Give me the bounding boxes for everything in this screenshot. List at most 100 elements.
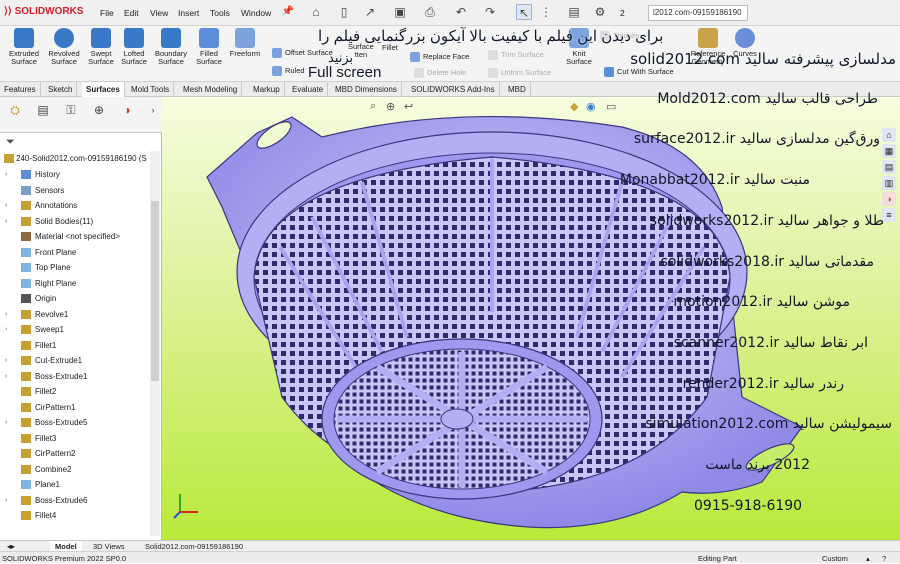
menu-edit[interactable]: Edit (124, 8, 139, 18)
tree-item[interactable]: Plane1 (0, 477, 150, 492)
display-settings-icon[interactable]: ▭ (606, 100, 616, 113)
cut-with-surface-button[interactable]: Cut With Surface (604, 67, 674, 78)
previous-view-icon[interactable]: ↩ (404, 100, 413, 113)
options-gear-icon[interactable]: ⚙ (592, 4, 608, 20)
tab-markup[interactable]: Markup (249, 82, 285, 97)
tree-item[interactable]: Front Plane (0, 245, 150, 260)
tree-item[interactable]: › Boss-Extrude5 (0, 415, 150, 430)
units-dropdown-icon[interactable]: ▴ (866, 553, 870, 564)
tab-surfaces[interactable]: Surfaces (82, 82, 125, 97)
tab-mesh-modeling[interactable]: Mesh Modeling (179, 82, 243, 97)
expand-chevron-icon[interactable]: › (5, 307, 11, 322)
tree-item[interactable]: Origin (0, 291, 150, 306)
tree-item[interactable]: CirPattern2 (0, 446, 150, 461)
revolved-surface-button[interactable]: Revolved Surface (44, 28, 84, 66)
tree-item[interactable]: Sensors (0, 183, 150, 198)
tab-solidworks-addins[interactable]: SOLIDWORKS Add-Ins (407, 82, 500, 97)
expand-chevron-icon[interactable]: › (5, 167, 11, 182)
traffic-light-icon[interactable]: ⋮ (538, 4, 554, 20)
expand-chevron-icon[interactable]: › (5, 369, 11, 384)
tab-mbd-dimensions[interactable]: MBD Dimensions (331, 82, 402, 97)
expand-chevron-icon[interactable]: › (5, 198, 11, 213)
boundary-surface-button[interactable]: Boundary Surface (150, 28, 192, 66)
tab-evaluate[interactable]: Evaluate (288, 82, 329, 97)
display-manager-tab-icon[interactable]: ◑ (116, 101, 138, 119)
ruled-surface-button[interactable]: Ruled (272, 66, 305, 77)
tab-mbd[interactable]: MBD (504, 82, 531, 97)
design-library-icon[interactable]: ▦ (882, 144, 896, 158)
tab-mold-tools[interactable]: Mold Tools (127, 82, 175, 97)
custom-properties-icon[interactable]: ≡ (882, 208, 896, 222)
filled-surface-button[interactable]: Filled Surface (192, 28, 226, 66)
expand-chevron-icon[interactable]: › (5, 415, 11, 430)
tree-item[interactable]: › Sweep1 (0, 322, 150, 337)
appearances-icon[interactable]: ◑ (882, 192, 896, 206)
dimxpert-tab-icon[interactable]: ⊕ (88, 101, 110, 119)
menu-insert[interactable]: Insert (178, 8, 199, 18)
feature-tree-tab-icon[interactable]: ⛭ (4, 101, 26, 119)
freeform-button[interactable]: Freeform (226, 28, 264, 58)
expand-chevron-icon[interactable]: › (5, 353, 11, 368)
save-icon[interactable]: ▣ (392, 4, 408, 20)
expand-chevron-icon[interactable]: › (5, 493, 11, 508)
tree-item[interactable]: › Boss-Extrude1 (0, 369, 150, 384)
more-tabs-chevron-icon[interactable]: › (142, 101, 164, 119)
help-icon[interactable]: ? (882, 553, 886, 564)
tree-item[interactable]: Fillet3 (0, 431, 150, 446)
rebuild-icon[interactable]: ▤ (566, 4, 582, 20)
view-palette-icon[interactable]: ▥ (882, 176, 896, 190)
tree-item[interactable]: › Revolve1 (0, 307, 150, 322)
solidworks-resources-icon[interactable]: ⌂ (882, 128, 896, 142)
tree-item[interactable]: › History (0, 167, 150, 182)
zoom-area-icon[interactable]: ⊕ (386, 100, 395, 113)
tab-sketch[interactable]: Sketch (44, 82, 78, 97)
select-arrow-icon[interactable]: ↖ (516, 4, 532, 20)
tree-item[interactable]: Material <not specified> (0, 229, 150, 244)
tree-item[interactable]: › Annotations (0, 198, 150, 213)
replace-face-button[interactable]: Replace Face (410, 52, 469, 63)
home-icon[interactable]: ⌂ (308, 4, 324, 20)
offset-surface-button[interactable]: Offset Surface (272, 48, 333, 59)
file-explorer-icon[interactable]: ▤ (882, 160, 896, 174)
delete-hole-button[interactable]: Delete Hole (414, 68, 466, 79)
redo-icon[interactable]: ↷ (482, 4, 498, 20)
new-document-icon[interactable]: ▯ (336, 4, 352, 20)
menu-window[interactable]: Window (241, 8, 271, 18)
zoom-to-fit-icon[interactable]: ⌕ (370, 100, 376, 113)
extruded-surface-button[interactable]: Extruded Surface (4, 28, 44, 66)
tree-scrollbar[interactable] (150, 151, 160, 536)
search-input[interactable]: l2012.com-09159186190 (648, 5, 748, 21)
tree-item[interactable]: › Boss-Extrude6 (0, 493, 150, 508)
expand-chevron-icon[interactable]: › (5, 214, 11, 229)
print-icon[interactable]: ⎙ (422, 4, 438, 20)
tree-item[interactable]: CirPattern1 (0, 400, 150, 415)
tree-item[interactable]: Fillet1 (0, 338, 150, 353)
open-icon[interactable]: ↗ (362, 4, 378, 20)
tree-item[interactable]: › Cut-Extrude1 (0, 353, 150, 368)
tree-item[interactable]: › Solid Bodies(11) (0, 214, 150, 229)
menu-file[interactable]: File (100, 8, 114, 18)
status-units[interactable]: Custom (822, 553, 848, 564)
configuration-manager-tab-icon[interactable]: ⚿ (60, 101, 82, 119)
untrim-surface-button[interactable]: Untrim Surface (488, 68, 551, 79)
property-manager-tab-icon[interactable]: ▤ (32, 101, 54, 119)
solidworks-logo[interactable]: ⟩⟩ SOLIDWORKS (4, 6, 83, 17)
tab-features[interactable]: Features (0, 82, 41, 97)
pin-icon[interactable]: 📌 (280, 4, 296, 20)
expand-chevron-icon[interactable]: › (5, 322, 11, 337)
tree-item[interactable]: Combine2 (0, 462, 150, 477)
tree-root[interactable]: 240-Solid2012.com-09159186190 (S (4, 151, 147, 166)
swept-surface-button[interactable]: Swept Surface (84, 28, 118, 66)
undo-icon[interactable]: ↶ (453, 4, 469, 20)
lofted-surface-button[interactable]: Lofted Surface (118, 28, 150, 66)
trim-surface-button[interactable]: Trim Surface (488, 50, 544, 61)
tree-item[interactable]: Right Plane (0, 276, 150, 291)
tree-item[interactable]: Top Plane (0, 260, 150, 275)
menu-view[interactable]: View (150, 8, 168, 18)
tree-scrollbar-thumb[interactable] (151, 201, 159, 381)
tree-item[interactable]: Fillet2 (0, 384, 150, 399)
appearance-icon[interactable]: ◆ (570, 100, 578, 113)
graphics-area[interactable] (162, 97, 900, 540)
scene-icon[interactable]: ◉ (586, 100, 596, 113)
filter-icon[interactable]: ⏷ (6, 136, 15, 149)
